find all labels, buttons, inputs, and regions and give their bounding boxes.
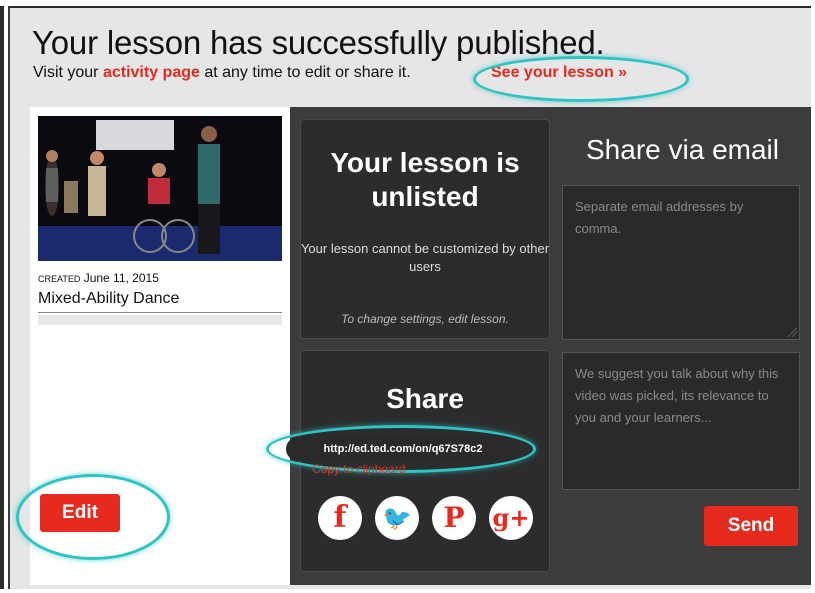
created-label: CREATED xyxy=(38,274,81,284)
email-heading: Share via email xyxy=(586,134,779,165)
page-title: Your lesson has successfully published. xyxy=(32,24,605,61)
send-button[interactable]: Send xyxy=(704,506,798,546)
email-addresses-field[interactable]: Separate email addresses by comma. xyxy=(562,185,800,340)
unlisted-note: To change settings, edit lesson. xyxy=(341,312,509,326)
share-url[interactable]: http://ed.ted.com/on/q67S78c2 xyxy=(286,437,520,461)
google-plus-icon[interactable]: g+ xyxy=(489,496,533,540)
facebook-icon[interactable]: f xyxy=(318,496,362,540)
activity-page-link[interactable]: activity page xyxy=(103,64,200,81)
unlisted-description: Your lesson cannot be customized by othe… xyxy=(300,241,550,274)
twitter-icon[interactable]: 🐦 xyxy=(375,496,419,540)
created-date-value: June 11, 2015 xyxy=(83,271,159,285)
email-message-placeholder: We suggest you talk about why this video… xyxy=(575,366,779,425)
see-your-lesson-link[interactable]: See your lesson » xyxy=(491,64,627,82)
lesson-thumbnail[interactable] xyxy=(38,116,282,261)
share-heading: Share xyxy=(386,383,464,414)
unlisted-heading: Your lesson is unlisted xyxy=(330,147,520,212)
subtitle-suffix: at any time to edit or share it. xyxy=(199,64,411,81)
divider xyxy=(38,312,282,313)
email-message-field[interactable]: We suggest you talk about why this video… xyxy=(562,352,800,490)
lesson-title[interactable]: Mixed-Ability Dance xyxy=(38,290,179,308)
thumbnail-image xyxy=(38,116,282,261)
resize-handle[interactable] xyxy=(787,327,797,337)
subtitle-prefix: Visit your xyxy=(33,64,103,81)
copy-to-clipboard-link[interactable]: Copy to clipboard xyxy=(312,462,405,476)
divider-band xyxy=(38,315,282,325)
pinterest-icon[interactable]: P xyxy=(432,496,476,540)
edit-button[interactable]: Edit xyxy=(40,494,120,532)
window-edge xyxy=(0,6,4,589)
email-addresses-placeholder: Separate email addresses by comma. xyxy=(575,199,744,236)
page-subtitle: Visit your activity page at any time to … xyxy=(33,64,411,82)
created-date: CREATED June 11, 2015 xyxy=(38,271,159,285)
